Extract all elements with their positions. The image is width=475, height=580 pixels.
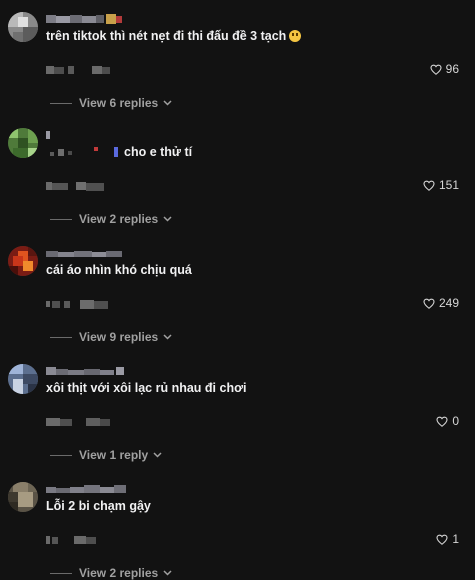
comment-meta-blurred [46, 416, 112, 428]
heart-icon [436, 416, 448, 427]
comment-list: trên tiktok thì nét nẹt đi thi đấu đề 3 … [0, 0, 475, 580]
like-count: 1 [452, 532, 459, 546]
like-button[interactable]: 96 [430, 62, 459, 76]
comment-meta-blurred [46, 534, 112, 546]
like-button[interactable]: 0 [436, 414, 459, 428]
heart-icon [436, 534, 448, 545]
like-count: 96 [445, 62, 459, 76]
chevron-down-icon [163, 100, 172, 106]
chevron-down-icon [153, 452, 162, 458]
view-replies-button[interactable]: View 2 replies [50, 212, 172, 226]
comment-text: trên tiktok thì nét nẹt đi thi đấu đề 3 … [46, 28, 302, 44]
view-replies-label: View 9 replies [79, 330, 159, 344]
avatar[interactable] [8, 12, 38, 42]
view-replies-label: View 2 replies [79, 212, 159, 226]
chevron-down-icon [163, 570, 172, 576]
comment-text: cái áo nhìn khó chịu quá [46, 263, 192, 277]
view-replies-button[interactable]: View 6 replies [50, 96, 172, 110]
comment-meta-blurred [46, 180, 112, 192]
view-replies-label: View 1 reply [79, 448, 149, 462]
divider-line [50, 454, 72, 456]
avatar[interactable] [8, 128, 38, 158]
like-button[interactable]: 151 [423, 178, 459, 192]
view-replies-label: View 6 replies [79, 96, 159, 110]
comment-item: trên tiktok thì nét nẹt đi thi đấu đề 3 … [0, 12, 475, 122]
avatar[interactable] [8, 482, 38, 512]
like-button[interactable]: 249 [423, 296, 459, 310]
comment-meta-blurred [46, 64, 112, 76]
divider-line [50, 102, 72, 104]
chevron-down-icon [163, 216, 172, 222]
username-blurred[interactable] [46, 366, 130, 376]
divider-line [50, 336, 72, 338]
divider-line [50, 218, 72, 220]
avatar[interactable] [8, 364, 38, 394]
view-replies-button[interactable]: View 1 reply [50, 448, 162, 462]
comment-item: cái áo nhìn khó chịu quá 249 View 9 repl… [0, 246, 475, 356]
username-blurred[interactable] [46, 484, 130, 494]
username-blurred[interactable] [46, 14, 124, 24]
divider-line [50, 572, 72, 574]
laughing-face-icon [289, 30, 302, 42]
comment-item: xôi thịt với xôi lạc rủ nhau đi chơi 0 V… [0, 364, 475, 474]
view-replies-button[interactable]: View 9 replies [50, 330, 172, 344]
like-button[interactable]: 1 [436, 532, 459, 546]
avatar[interactable] [8, 246, 38, 276]
comment-item: cho e thử tí 151 View 2 replies [0, 128, 475, 238]
username-blurred[interactable] [46, 130, 56, 140]
comment-text: Lỗi 2 bi chạm gậy [46, 499, 151, 513]
like-count: 249 [438, 296, 459, 310]
mention-blurred[interactable] [46, 146, 120, 158]
like-count: 151 [438, 178, 459, 192]
comment-meta-blurred [46, 298, 112, 310]
heart-icon [423, 298, 435, 309]
heart-icon [423, 180, 435, 191]
view-replies-label: View 2 replies [79, 566, 159, 580]
view-replies-button[interactable]: View 2 replies [50, 566, 172, 580]
comment-text: cho e thử tí [46, 144, 192, 160]
comment-item: Lỗi 2 bi chạm gậy 1 View 2 replies [0, 482, 475, 580]
heart-icon [430, 64, 442, 75]
chevron-down-icon [163, 334, 172, 340]
username-blurred[interactable] [46, 248, 124, 258]
comment-text: xôi thịt với xôi lạc rủ nhau đi chơi [46, 381, 247, 395]
like-count: 0 [452, 414, 459, 428]
